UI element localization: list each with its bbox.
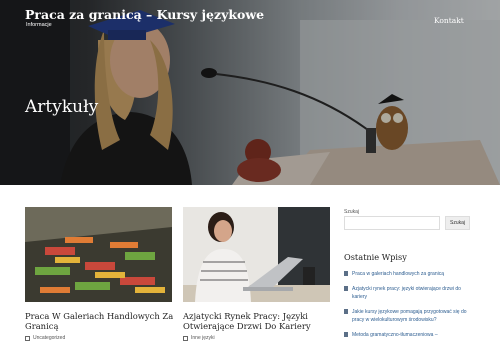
- hero-banner: [0, 0, 500, 185]
- list-item: Jakie kursy językowe pomagają przygotowa…: [344, 308, 474, 325]
- site-title[interactable]: Praca za granicą – Kursy językowe: [25, 7, 264, 22]
- search-label: Szukaj: [344, 209, 360, 215]
- search-button[interactable]: Szukaj: [445, 216, 470, 230]
- nav-item-kontakt[interactable]: Kontakt: [434, 16, 464, 25]
- recent-posts-title: Ostatnie Wpisy: [344, 252, 407, 262]
- article-thumbnail[interactable]: [183, 207, 330, 302]
- recent-post-link[interactable]: Metoda gramatyczno-tłumaczeniowa –: [352, 331, 438, 340]
- article-thumbnail[interactable]: [25, 207, 172, 302]
- article-category: Inne języki: [183, 335, 215, 341]
- list-item: Metoda gramatyczno-tłumaczeniowa –: [344, 331, 474, 340]
- article-title[interactable]: Azjatycki Rynek Pracy: Języki Otwierając…: [183, 311, 333, 331]
- hero-overlay: [0, 0, 500, 185]
- document-icon: [344, 331, 348, 337]
- list-item: Azjatycki rynek pracy: języki otwierając…: [344, 285, 474, 302]
- recent-post-link[interactable]: Praca w galeriach handlowych za granicą: [352, 270, 444, 279]
- list-item: Praca w galeriach handlowych za granicą: [344, 270, 474, 279]
- document-icon: [344, 271, 348, 276]
- site-description: Informacje: [26, 22, 52, 28]
- article-title[interactable]: Praca W Galeriach Handlowych Za Granicą: [25, 311, 175, 331]
- recent-post-link[interactable]: Azjatycki rynek pracy: języki otwierając…: [352, 285, 474, 302]
- category-link[interactable]: Uncategorized: [33, 335, 65, 341]
- article-card: Praca W Galeriach Handlowych Za Granicą …: [25, 207, 173, 341]
- article-card: Azjatycki Rynek Pracy: Języki Otwierając…: [183, 207, 330, 341]
- search-input[interactable]: [344, 216, 440, 230]
- document-icon: [344, 285, 348, 291]
- folder-icon: [183, 335, 188, 341]
- folder-icon: [25, 335, 30, 341]
- category-link[interactable]: Inne języki: [191, 335, 215, 341]
- recent-post-link[interactable]: Jakie kursy językowe pomagają przygotowa…: [352, 308, 474, 325]
- document-icon: [344, 308, 348, 314]
- article-category: Uncategorized: [25, 335, 65, 341]
- page-title: Artykuły: [25, 97, 99, 117]
- recent-posts-list: Praca w galeriach handlowych za granicą …: [344, 270, 474, 345]
